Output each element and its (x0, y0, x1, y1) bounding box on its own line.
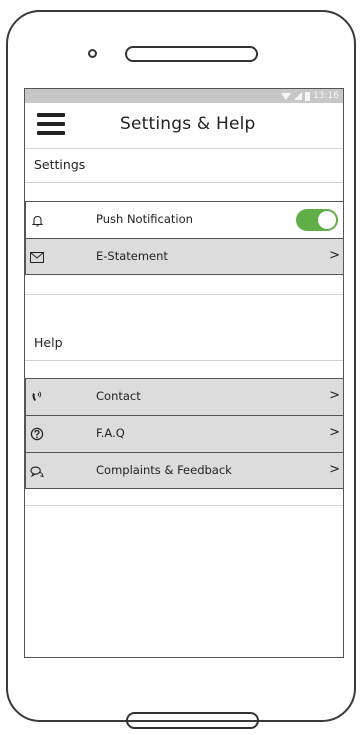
push-notification-toggle[interactable] (296, 209, 338, 231)
app-bar: Settings & Help (25, 103, 343, 149)
chevron-right-icon: > (329, 462, 340, 477)
complaints-feedback-label: Complaints & Feedback (96, 463, 232, 477)
chevron-right-icon: > (329, 425, 340, 440)
status-time: 13:16 (313, 91, 339, 101)
help-list: Contact > F.A.Q > Complaints & Feedback … (25, 378, 343, 489)
signal-icon (294, 92, 303, 100)
section-divider (25, 505, 343, 506)
complaints-feedback-row[interactable]: Complaints & Feedback > (25, 452, 343, 489)
bell-icon (30, 213, 44, 227)
chat-icon (30, 464, 44, 478)
e-statement-label: E-Statement (96, 249, 168, 263)
chevron-right-icon: > (329, 248, 340, 263)
faq-label: F.A.Q (96, 426, 125, 440)
contact-row[interactable]: Contact > (25, 378, 343, 415)
faq-row[interactable]: F.A.Q > (25, 415, 343, 452)
question-icon (30, 427, 44, 441)
phone-icon (30, 390, 44, 404)
push-notification-row[interactable]: Push Notification (25, 201, 343, 238)
help-section-header: Help (25, 335, 343, 361)
push-notification-label: Push Notification (96, 212, 193, 226)
settings-list: Push Notification E-Statement > (25, 201, 343, 275)
hamburger-menu-icon[interactable] (37, 113, 65, 135)
envelope-icon (30, 250, 44, 264)
chevron-right-icon: > (329, 388, 340, 403)
camera-icon (88, 49, 97, 58)
home-button[interactable] (126, 712, 259, 729)
settings-section-header: Settings (25, 157, 343, 183)
screen: 13:16 Settings & Help Settings Push Noti… (24, 88, 344, 658)
contact-label: Contact (96, 389, 141, 403)
speaker-slot (125, 46, 258, 62)
battery-icon (305, 91, 311, 101)
e-statement-row[interactable]: E-Statement > (25, 238, 343, 275)
wifi-icon (281, 93, 292, 100)
page-title: Settings & Help (120, 114, 256, 134)
section-divider (25, 294, 343, 295)
status-bar: 13:16 (25, 89, 343, 103)
